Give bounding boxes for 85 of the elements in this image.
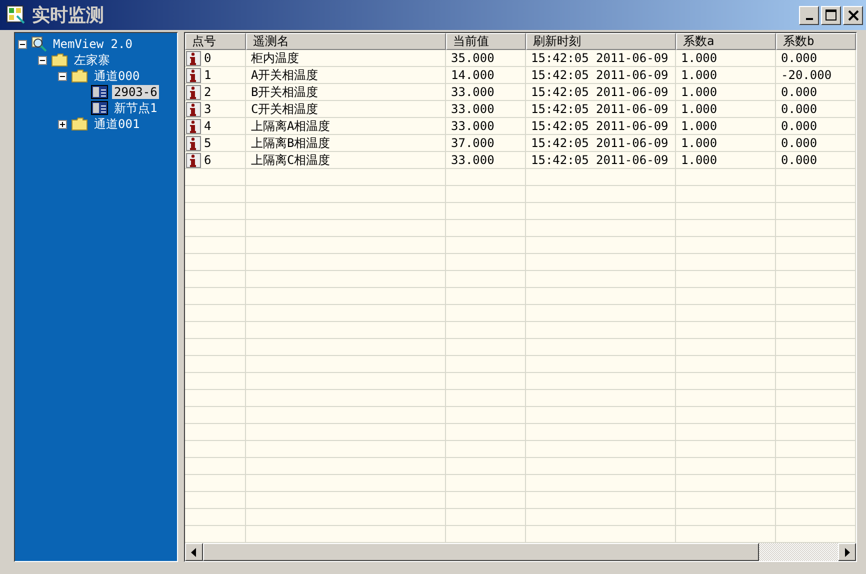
info-icon: [186, 50, 201, 66]
table-cell: -20.000: [781, 67, 832, 83]
tree-item[interactable]: 通道000: [92, 68, 142, 84]
table-cell: 1.000: [681, 50, 718, 66]
table-cell: 1: [204, 67, 212, 83]
table-cell: 上隔离C相温度: [251, 152, 330, 168]
table-cell: 33.000: [451, 152, 494, 168]
minimize-button[interactable]: [799, 6, 819, 24]
scroll-left-button[interactable]: [185, 543, 203, 561]
table-cell: 5: [204, 135, 212, 151]
table-cell: 14.000: [451, 67, 494, 83]
table-cell: 37.000: [451, 135, 494, 151]
tree-item[interactable]: 2903-6: [112, 85, 160, 99]
tree-item[interactable]: 左家寨: [72, 52, 112, 68]
table-cell: 15:42:05 2011-06-09: [531, 101, 668, 117]
tree-item[interactable]: 通道001: [92, 116, 142, 132]
column-header[interactable]: 系数a: [676, 33, 776, 50]
collapse-toggle[interactable]: [38, 56, 47, 64]
tree-item[interactable]: 新节点1: [112, 100, 160, 116]
expand-toggle[interactable]: [58, 120, 67, 128]
window-title: 实时监测: [32, 4, 104, 27]
table-cell: 1.000: [681, 152, 718, 168]
table-cell: 上隔离A相温度: [251, 118, 330, 134]
table-cell: 15:42:05 2011-06-09: [531, 50, 668, 66]
table-cell: 1.000: [681, 135, 718, 151]
table-cell: C开关相温度: [251, 101, 318, 117]
table-cell: 33.000: [451, 84, 494, 100]
collapse-toggle[interactable]: [58, 72, 67, 80]
table-cell: 15:42:05 2011-06-09: [531, 152, 668, 168]
table-cell: 35.000: [451, 50, 494, 66]
magnifier-icon: [31, 36, 47, 52]
close-button[interactable]: [843, 6, 863, 24]
scroll-thumb[interactable]: [203, 543, 759, 561]
table-cell: 柜内温度: [251, 50, 299, 66]
table-cell: A开关相温度: [251, 67, 318, 83]
device-icon: [91, 85, 108, 99]
table-cell: 33.000: [451, 118, 494, 134]
tree-item[interactable]: MemView 2.0: [51, 37, 134, 51]
table-cell: 15:42:05 2011-06-09: [531, 84, 668, 100]
column-header[interactable]: 遥测名: [246, 33, 446, 50]
left-arrow-icon: [191, 548, 197, 556]
device-icon: [91, 101, 108, 115]
info-icon: [186, 152, 201, 168]
horizontal-scrollbar[interactable]: [185, 543, 856, 561]
table-cell: 0.000: [781, 101, 818, 117]
table-cell: 上隔离B相温度: [251, 135, 330, 151]
info-icon: [186, 118, 201, 134]
info-icon: [186, 84, 201, 100]
maximize-button[interactable]: [821, 6, 841, 24]
table-cell: 15:42:05 2011-06-09: [531, 67, 668, 83]
table-cell: 0: [204, 50, 212, 66]
table-cell: 0.000: [781, 84, 818, 100]
table-cell: 0.000: [781, 118, 818, 134]
table-cell: 1.000: [681, 84, 718, 100]
column-header[interactable]: 刷新时刻: [526, 33, 676, 50]
table-cell: 0.000: [781, 135, 818, 151]
scroll-right-button[interactable]: [838, 543, 856, 561]
grid-app-icon: [6, 5, 26, 25]
collapse-toggle[interactable]: [18, 40, 27, 48]
table-cell: 33.000: [451, 101, 494, 117]
table-cell: 1.000: [681, 118, 718, 134]
table-cell: 2: [204, 84, 212, 100]
maximize-icon: [825, 9, 837, 21]
table-cell: B开关相温度: [251, 84, 318, 100]
info-icon: [186, 102, 201, 116]
info-icon: [186, 136, 201, 150]
table-cell: 1.000: [681, 67, 718, 83]
table-cell: 0.000: [781, 152, 818, 168]
table-cell: 4: [204, 118, 212, 134]
close-icon: [848, 10, 858, 20]
table-cell: 15:42:05 2011-06-09: [531, 118, 668, 134]
minimize-icon: [806, 18, 812, 20]
info-icon: [186, 68, 201, 82]
table-cell: 3: [204, 101, 212, 117]
table-cell: 0.000: [781, 50, 818, 66]
right-arrow-icon: [844, 548, 850, 556]
table-cell: 1.000: [681, 101, 718, 117]
column-header[interactable]: 系数b: [776, 33, 856, 50]
table-cell: 15:42:05 2011-06-09: [531, 135, 668, 151]
folder-icon: [71, 69, 88, 83]
folder-icon: [71, 117, 88, 131]
column-header[interactable]: 当前值: [446, 33, 526, 50]
table-cell: 6: [204, 152, 212, 168]
column-header[interactable]: 点号: [185, 33, 246, 50]
folder-icon: [51, 53, 68, 67]
